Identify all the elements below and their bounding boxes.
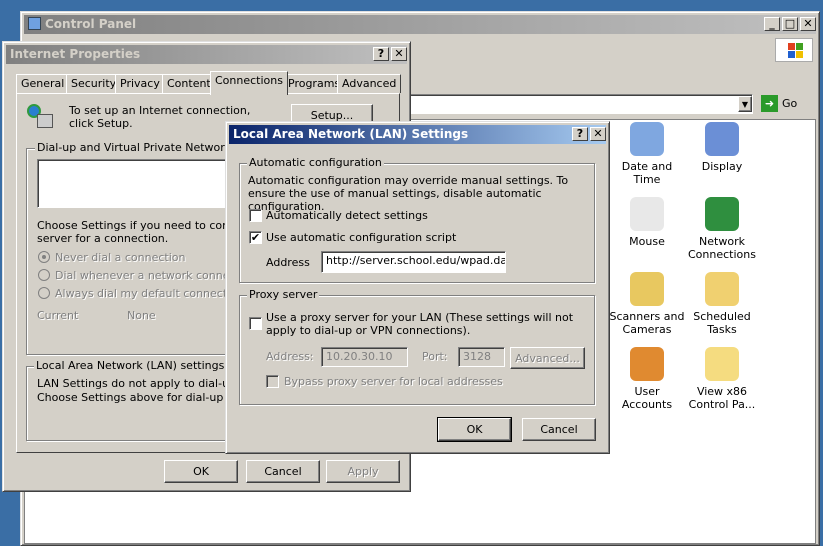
control-panel-item-label: Display — [701, 160, 743, 173]
proxy-address-input[interactable]: 10.20.30.10 — [321, 347, 408, 367]
date-time-icon — [630, 122, 664, 156]
dialog-title: Internet Properties — [10, 47, 141, 61]
go-button[interactable]: ➜ Go — [761, 95, 797, 112]
scheduled-tasks-icon — [705, 272, 739, 306]
tab-security[interactable]: Security — [66, 74, 122, 93]
tab-content[interactable]: Content — [162, 74, 216, 93]
control-panel-titlebar[interactable]: Control Panel _ □ ✕ — [24, 15, 816, 34]
choose-text-2: server for a connection. — [37, 232, 169, 245]
control-panel-item-label: View x86 Control Pa... — [688, 385, 756, 411]
auto-script-label: Use automatic configuration script — [266, 231, 457, 244]
control-panel-item[interactable]: Date and Time — [608, 122, 686, 186]
address-label: Address — [266, 256, 310, 269]
connections-list[interactable] — [37, 159, 237, 208]
ok-button[interactable]: OK — [437, 417, 512, 442]
auto-config-text: Automatic configuration may override man… — [248, 174, 569, 213]
auto-detect-checkbox[interactable] — [249, 209, 262, 222]
current-value: None — [127, 309, 156, 322]
control-panel-item[interactable]: User Accounts — [608, 347, 686, 411]
lan-text-1: LAN Settings do not apply to dial-up co — [37, 377, 253, 390]
address-combo[interactable] — [401, 94, 753, 114]
scanner-camera-icon — [630, 272, 664, 306]
address-dropdown-button[interactable]: ▼ — [738, 96, 752, 112]
user-accounts-icon — [630, 347, 664, 381]
control-panel-icon — [28, 17, 41, 30]
control-panel-item-label: Date and Time — [621, 160, 673, 186]
control-panel-item-label: Mouse — [629, 235, 665, 248]
control-panel-item[interactable]: Mouse — [608, 197, 686, 248]
control-panel-item[interactable]: Scheduled Tasks — [683, 272, 761, 336]
choose-text-1: Choose Settings if you need to configu — [37, 219, 251, 232]
help-button[interactable]: ? — [373, 47, 389, 61]
maximize-button[interactable]: □ — [782, 17, 798, 31]
network-globe-icon — [705, 197, 739, 231]
control-panel-item[interactable]: View x86 Control Pa... — [683, 347, 761, 411]
go-arrow-icon: ➜ — [761, 95, 778, 112]
dialog-title: Local Area Network (LAN) Settings — [233, 127, 469, 141]
lan-text-2: Choose Settings above for dial-up setti — [37, 391, 252, 404]
radio-always-dial[interactable] — [38, 287, 50, 299]
use-proxy-label: Use a proxy server for your LAN (These s… — [266, 311, 574, 337]
ok-button[interactable]: OK — [164, 460, 238, 483]
radio-never-dial[interactable] — [38, 251, 50, 263]
auto-detect-label: Automatically detect settings — [266, 209, 428, 222]
control-panel-item[interactable]: Scanners and Cameras — [608, 272, 686, 336]
lan-settings-titlebar[interactable]: Local Area Network (LAN) Settings ? ✕ — [229, 125, 606, 144]
auto-script-checkbox[interactable]: ✔ — [249, 231, 262, 244]
radio-dial-whenever[interactable] — [38, 269, 50, 281]
help-button[interactable]: ? — [572, 127, 588, 141]
tab-advanced[interactable]: Advanced — [337, 74, 402, 93]
control-panel-item-label: User Accounts — [621, 385, 673, 411]
mouse-icon — [630, 197, 664, 231]
control-panel-item[interactable]: Display — [683, 122, 761, 173]
radio-never-label: Never dial a connection — [55, 251, 186, 264]
folder-icon — [705, 347, 739, 381]
port-input[interactable]: 3128 — [458, 347, 505, 367]
cancel-button[interactable]: Cancel — [522, 418, 596, 441]
radio-always-label: Always dial my default connection — [55, 287, 244, 300]
apply-button[interactable]: Apply — [326, 460, 400, 483]
tab-connections[interactable]: Connections — [210, 71, 288, 95]
tab-privacy[interactable]: Privacy — [115, 74, 165, 93]
control-panel-title: Control Panel — [45, 17, 137, 31]
display-icon — [705, 122, 739, 156]
close-button[interactable]: ✕ — [590, 127, 606, 141]
close-button[interactable]: ✕ — [800, 17, 816, 31]
tab-general[interactable]: General — [16, 74, 70, 93]
port-label: Port: — [422, 350, 448, 363]
control-panel-item-label: Scheduled Tasks — [693, 310, 751, 336]
control-panel-item-label: Network Connections — [688, 235, 756, 261]
advanced-button[interactable]: Advanced... — [510, 347, 585, 369]
control-panel-item-label: Scanners and Cameras — [609, 310, 685, 336]
tab-programs[interactable]: Programs — [283, 74, 346, 93]
minimize-button[interactable]: _ — [764, 17, 780, 31]
close-button[interactable]: ✕ — [391, 47, 407, 61]
lan-settings-dialog: Local Area Network (LAN) Settings ? ✕ Au… — [225, 121, 610, 454]
network-setup-icon — [27, 104, 55, 134]
cancel-button[interactable]: Cancel — [246, 460, 320, 483]
windows-logo — [775, 38, 813, 62]
internet-properties-titlebar[interactable]: Internet Properties ? ✕ — [6, 45, 407, 64]
bypass-local-label: Bypass proxy server for local addresses — [284, 375, 503, 388]
bypass-local-checkbox[interactable] — [266, 375, 279, 388]
control-panel-item[interactable]: Network Connections — [683, 197, 761, 261]
proxy-address-label: Address: — [266, 350, 314, 363]
auto-config-address-input[interactable]: http://server.school.edu/wpad.dat — [321, 251, 506, 273]
current-label: Current — [37, 309, 79, 322]
use-proxy-checkbox[interactable] — [249, 317, 262, 330]
